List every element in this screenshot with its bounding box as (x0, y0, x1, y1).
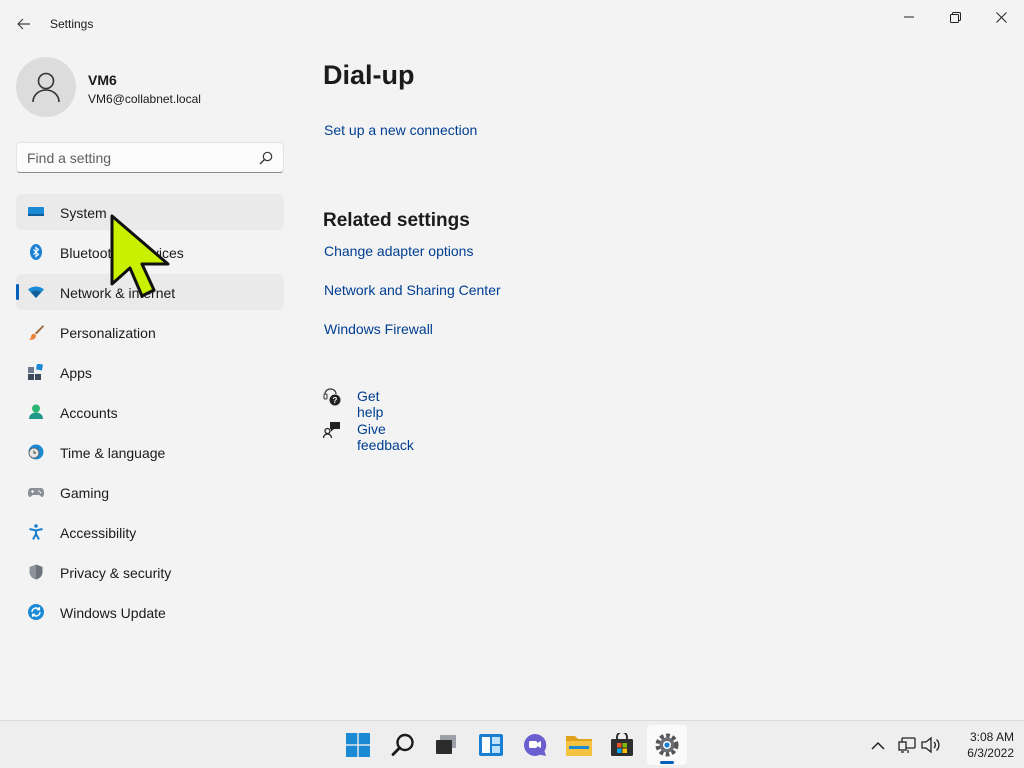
sidebar-item-privacy-security[interactable]: Privacy & security (16, 554, 284, 590)
feedback-icon (323, 422, 340, 439)
wifi-icon (28, 286, 44, 298)
back-arrow-icon (17, 18, 30, 30)
svg-text:?: ? (333, 396, 338, 405)
sidebar-item-windows-update[interactable]: Windows Update (16, 594, 284, 630)
selection-indicator (16, 284, 19, 300)
chat-icon (524, 733, 547, 756)
widgets-button[interactable] (471, 725, 511, 765)
user-icon (32, 72, 60, 103)
close-icon (995, 11, 1007, 23)
file-explorer-icon (566, 736, 592, 756)
network-sharing-center-link[interactable]: Network and Sharing Center (324, 282, 501, 298)
sidebar-nav: System Bluetooth & devices Network & int… (16, 194, 284, 634)
task-view-button[interactable] (426, 725, 466, 765)
sidebar-item-personalization[interactable]: Personalization (16, 314, 284, 350)
widgets-icon (479, 734, 503, 756)
sidebar-item-label: Gaming (60, 485, 110, 501)
sidebar-item-accessibility[interactable]: Accessibility (16, 514, 284, 550)
related-settings-heading: Related settings (323, 210, 470, 231)
page-title: Dial-up (323, 60, 415, 90)
give-feedback-link[interactable]: Give feedback (357, 421, 414, 453)
search-box[interactable] (16, 142, 284, 173)
active-app-indicator (660, 761, 674, 764)
minimize-icon (904, 16, 914, 18)
search-icon[interactable] (259, 151, 273, 165)
settings-icon (655, 733, 679, 757)
sidebar-item-label: Windows Update (60, 605, 166, 621)
sidebar-item-accounts[interactable]: Accounts (16, 394, 284, 430)
sidebar-item-label: Accounts (60, 405, 118, 421)
user-email: VM6@collabnet.local (88, 92, 201, 106)
shield-icon (29, 564, 43, 580)
windows-firewall-link[interactable]: Windows Firewall (324, 321, 433, 337)
chat-button[interactable] (515, 725, 555, 765)
get-help-link[interactable]: Get help (357, 388, 383, 420)
settings-taskbar-button[interactable] (647, 725, 687, 765)
store-icon (611, 733, 633, 756)
start-button[interactable] (338, 725, 378, 765)
network-icon[interactable] (898, 733, 916, 757)
sidebar-item-label: Apps (60, 365, 92, 381)
sidebar-item-label: Personalization (60, 325, 156, 341)
search-icon (391, 733, 414, 756)
sidebar-item-label: Privacy & security (60, 565, 172, 581)
sidebar-item-label: Accessibility (60, 525, 137, 541)
accessibility-icon (29, 524, 43, 540)
file-explorer-button[interactable] (559, 725, 599, 765)
restore-icon (949, 11, 961, 23)
accounts-icon (29, 404, 43, 419)
help-icon: ? (323, 388, 341, 406)
close-button[interactable] (978, 4, 1024, 30)
store-button[interactable] (602, 725, 642, 765)
sidebar-item-time-language[interactable]: Time & language (16, 434, 284, 470)
window-title: Settings (50, 17, 94, 31)
minimize-button[interactable] (886, 4, 932, 30)
sidebar-item-network[interactable]: Network & internet (16, 274, 284, 310)
title-bar: Settings (0, 0, 1024, 48)
start-icon (346, 733, 370, 757)
setup-connection-link[interactable]: Set up a new connection (324, 122, 477, 138)
sidebar-item-system[interactable]: System (16, 194, 284, 230)
chevron-up-icon[interactable] (871, 733, 885, 757)
search-input[interactable] (27, 149, 247, 167)
taskbar-search-button[interactable] (383, 725, 423, 765)
update-icon (28, 604, 44, 620)
task-view-icon (436, 735, 456, 754)
clock-date: 6/3/2022 (967, 746, 1014, 760)
sidebar-item-label: Time & language (60, 445, 166, 461)
system-icon (28, 207, 44, 216)
back-button[interactable] (10, 12, 38, 36)
taskbar-clock[interactable]: 3:08 AM 6/3/2022 (940, 729, 1014, 761)
sidebar-item-gaming[interactable]: Gaming (16, 474, 284, 510)
avatar[interactable] (16, 57, 76, 117)
user-name: VM6 (88, 72, 117, 88)
change-adapter-options-link[interactable]: Change adapter options (324, 243, 473, 259)
sidebar-item-bluetooth[interactable]: Bluetooth & devices (16, 234, 284, 270)
restore-button[interactable] (932, 4, 978, 30)
bluetooth-icon (30, 244, 42, 260)
clock-time: 3:08 AM (969, 730, 1014, 744)
sidebar-item-apps[interactable]: Apps (16, 354, 284, 390)
sidebar-item-label: Network & internet (60, 285, 176, 301)
gamepad-icon (28, 488, 44, 497)
brush-icon (28, 325, 44, 340)
apps-icon (28, 364, 43, 380)
clock-globe-icon (28, 444, 44, 460)
sidebar-item-label: System (60, 205, 107, 221)
sidebar-item-label: Bluetooth & devices (60, 245, 184, 261)
taskbar (0, 720, 1024, 768)
volume-icon[interactable] (921, 733, 941, 757)
